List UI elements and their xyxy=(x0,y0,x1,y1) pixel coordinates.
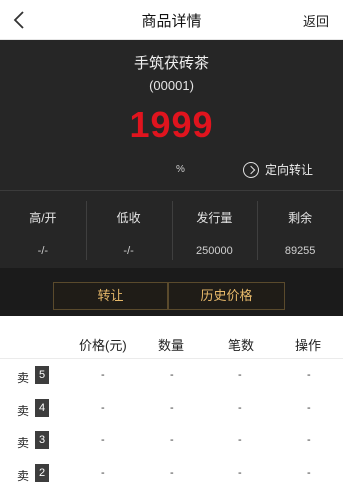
directed-transfer-link[interactable]: 定向转让 xyxy=(242,161,313,178)
stat-label: 发行量 xyxy=(196,211,233,225)
directed-transfer-label: 定向转让 xyxy=(264,163,313,177)
product-header: 手筑茯砖茶 (00001) 1999 % 定向转让 xyxy=(0,40,343,190)
product-name: 手筑茯砖茶 xyxy=(133,55,209,72)
change-percent: % xyxy=(176,164,185,175)
stat-high-open: 高/开 -/- xyxy=(0,191,86,268)
transfer-button[interactable]: 转让 xyxy=(53,282,168,310)
cell-quantity: - xyxy=(170,434,174,446)
order-table-header: 价格(元) 数量 笔数 操作 xyxy=(0,327,343,359)
page-title: 商品详情 xyxy=(141,13,202,30)
cell-action[interactable]: - xyxy=(307,402,311,414)
cell-quantity: - xyxy=(170,466,174,479)
column-header-action: 操作 xyxy=(295,338,322,353)
column-header-count: 笔数 xyxy=(228,338,255,353)
cell-action[interactable]: - xyxy=(307,434,311,446)
side-label: 卖 xyxy=(17,436,30,450)
return-button[interactable]: 返回 xyxy=(303,11,329,30)
cell-count: - xyxy=(238,434,242,446)
stat-value: 89255 xyxy=(284,245,316,257)
action-bar: 转让 历史价格 xyxy=(0,268,343,316)
stat-value: -/- xyxy=(37,245,49,257)
stat-label: 高/开 xyxy=(29,211,57,225)
cell-count: - xyxy=(238,401,242,414)
stat-value: 250000 xyxy=(196,245,233,257)
side-label: 卖 xyxy=(17,371,30,385)
column-header-price: 价格(元) xyxy=(79,338,127,353)
side-label: 卖 xyxy=(17,403,30,418)
stat-issued: 发行量 250000 xyxy=(171,191,258,268)
top-nav: 商品详情 返回 xyxy=(0,0,343,40)
stat-label: 剩余 xyxy=(288,211,313,225)
stat-label: 低收 xyxy=(116,211,141,225)
product-price: 1999 xyxy=(129,104,214,145)
side-label: 卖 xyxy=(17,468,30,483)
cell-price: - xyxy=(101,401,105,414)
table-row: 卖 4 - - - - xyxy=(0,392,343,425)
cell-price: - xyxy=(101,434,105,446)
order-book: 卖 5 - - - - 卖 4 - - - - 卖 3 - - - - 卖 2 … xyxy=(0,359,343,489)
table-row: 卖 2 - - - - xyxy=(0,457,343,490)
level-badge: 2 xyxy=(35,463,49,482)
cell-price: - xyxy=(101,466,105,479)
cell-action[interactable]: - xyxy=(307,369,311,381)
stat-low-close: 低收 -/- xyxy=(85,191,172,268)
level-badge: 5 xyxy=(35,366,49,384)
cell-count: - xyxy=(238,466,242,479)
cell-quantity: - xyxy=(170,401,174,414)
cell-count: - xyxy=(238,369,242,381)
table-row: 卖 5 - - - - xyxy=(0,359,343,392)
product-code: (00001) xyxy=(149,78,194,93)
cell-quantity: - xyxy=(170,369,174,381)
history-price-button[interactable]: 历史价格 xyxy=(168,282,285,310)
cell-action[interactable]: - xyxy=(307,467,311,479)
cell-price: - xyxy=(101,369,105,381)
chevron-right-circle-icon xyxy=(242,161,259,178)
stat-value: -/- xyxy=(123,245,134,257)
level-badge: 4 xyxy=(35,398,49,417)
table-row: 卖 3 - - - - xyxy=(0,424,343,457)
level-badge: 3 xyxy=(35,431,49,449)
stat-remaining: 剩余 89255 xyxy=(257,191,343,268)
column-header-quantity: 数量 xyxy=(158,338,185,353)
stats-grid: 高/开 -/- 低收 -/- 发行量 250000 剩余 89255 xyxy=(0,190,343,268)
